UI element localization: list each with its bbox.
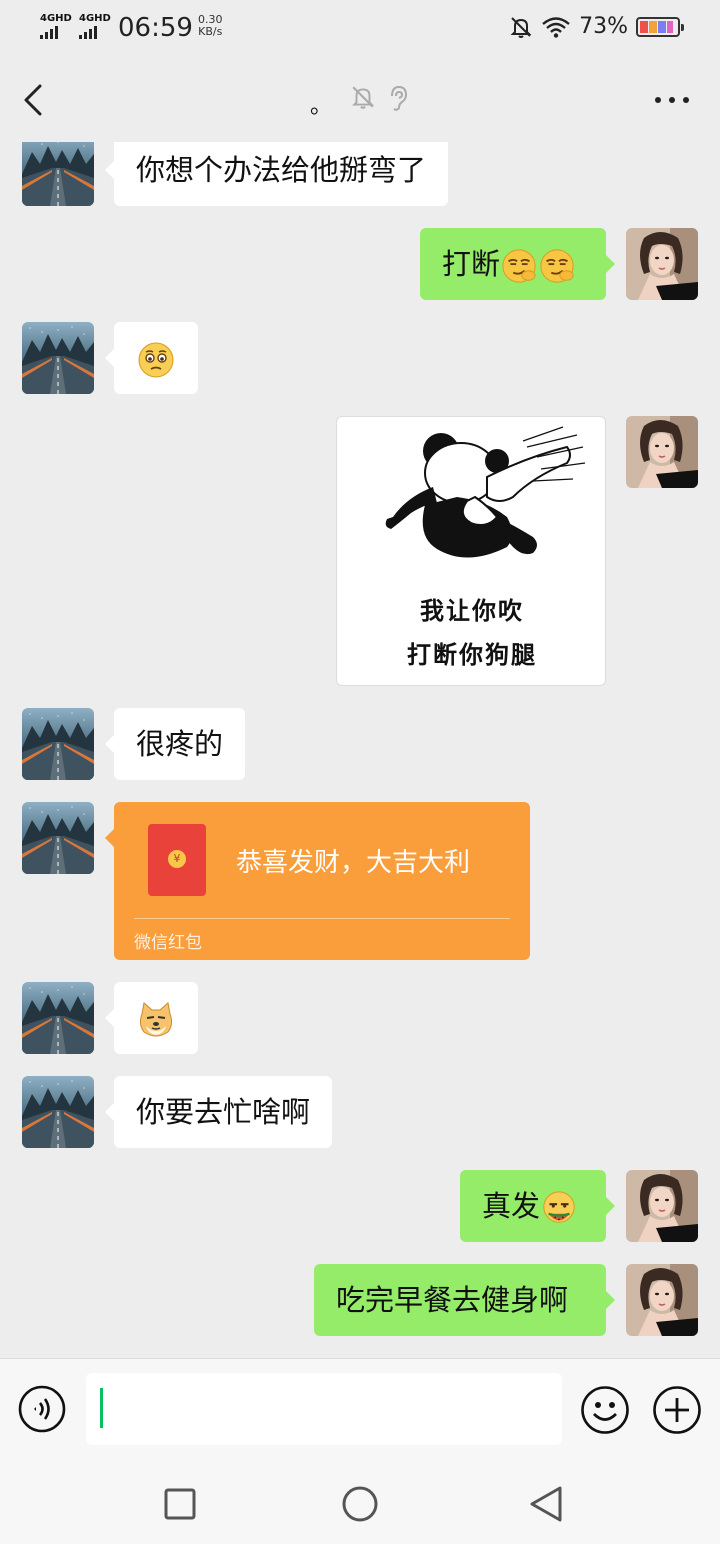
- message-bubble[interactable]: [105, 982, 198, 1054]
- sly-smirk-emoji: [500, 247, 538, 285]
- pleading-emoji: [136, 340, 176, 380]
- contact-avatar[interactable]: [22, 1076, 94, 1148]
- chat-header: 。: [0, 58, 720, 142]
- eat-melon-emoji: [540, 1189, 578, 1227]
- self-avatar[interactable]: [626, 1264, 698, 1336]
- network-type-label: 4GHD: [40, 13, 72, 24]
- message-bubble[interactable]: 打断: [420, 228, 615, 300]
- home-icon[interactable]: [340, 1484, 380, 1524]
- message-bubble[interactable]: 真发: [460, 1170, 615, 1242]
- red-envelope-icon: ¥: [148, 824, 206, 896]
- doge-emoji: [136, 1000, 176, 1040]
- voice-icon[interactable]: [18, 1385, 66, 1433]
- message-input[interactable]: [86, 1373, 562, 1445]
- self-avatar[interactable]: [626, 416, 698, 488]
- status-bar: 4GHD 4GHD 06:59 0.30 KB/s 73%: [0, 0, 720, 58]
- panda-sticker-drawing: [385, 426, 586, 558]
- signal-icon: [79, 26, 97, 39]
- chat-title: 。: [310, 94, 333, 119]
- battery-percent: 73%: [579, 14, 628, 39]
- message-text: 打断: [442, 247, 501, 281]
- input-bar: [0, 1358, 720, 1461]
- message-bubble[interactable]: 很疼的: [104, 708, 246, 780]
- sticker-caption: 我让你吹: [420, 596, 524, 625]
- message-bubble[interactable]: 你想个办法给他掰弯了: [104, 142, 449, 206]
- red-packet-label: 微信红包: [134, 933, 202, 953]
- self-avatar[interactable]: [626, 228, 698, 300]
- ear-icon: [391, 85, 408, 111]
- back-triangle-icon[interactable]: [526, 1484, 566, 1524]
- divider: [134, 918, 510, 919]
- contact-avatar[interactable]: [22, 982, 94, 1054]
- battery-icon: [636, 16, 684, 37]
- self-avatar[interactable]: [626, 1170, 698, 1242]
- more-dots-icon[interactable]: [654, 96, 690, 104]
- network-type-label: 4GHD: [79, 13, 111, 24]
- network-speed-unit: KB/s: [198, 25, 223, 38]
- emoji-smile-icon[interactable]: [580, 1385, 630, 1435]
- message-bubble[interactable]: [105, 322, 198, 394]
- red-packet-greeting: 恭喜发财，大吉大利: [236, 848, 471, 878]
- back-arrow-icon[interactable]: [16, 78, 56, 122]
- recent-apps-icon[interactable]: [160, 1484, 200, 1524]
- message-bubble[interactable]: 你要去忙啥啊: [104, 1076, 333, 1148]
- contact-avatar[interactable]: [22, 322, 94, 394]
- message-list[interactable]: 你想个办法给他掰弯了 打断 我让你吹 打断你狗腿 很疼的 ¥ 恭喜发财，大吉大利: [0, 142, 720, 1358]
- plus-icon[interactable]: [652, 1385, 702, 1435]
- wifi-icon: [542, 16, 570, 38]
- message-bubble[interactable]: 吃完早餐去健身啊: [314, 1264, 615, 1336]
- sly-smirk-emoji: [538, 247, 576, 285]
- mute-bell-icon: [351, 86, 375, 109]
- signal-icon: [40, 26, 58, 39]
- mute-bell-icon: [510, 16, 532, 38]
- system-nav-bar: [0, 1460, 720, 1544]
- sticker-image[interactable]: 我让你吹 打断你狗腿: [336, 416, 606, 686]
- contact-avatar[interactable]: [22, 708, 94, 780]
- contact-avatar[interactable]: [22, 802, 94, 874]
- text-cursor: [100, 1388, 103, 1428]
- network-speed: 0.30 KB/s: [198, 14, 223, 38]
- sticker-caption: 打断你狗腿: [407, 640, 537, 669]
- contact-avatar[interactable]: [22, 142, 94, 206]
- red-packet-card[interactable]: ¥ 恭喜发财，大吉大利 微信红包: [105, 802, 530, 960]
- clock: 06:59: [118, 13, 193, 43]
- message-text: 真发: [482, 1189, 541, 1223]
